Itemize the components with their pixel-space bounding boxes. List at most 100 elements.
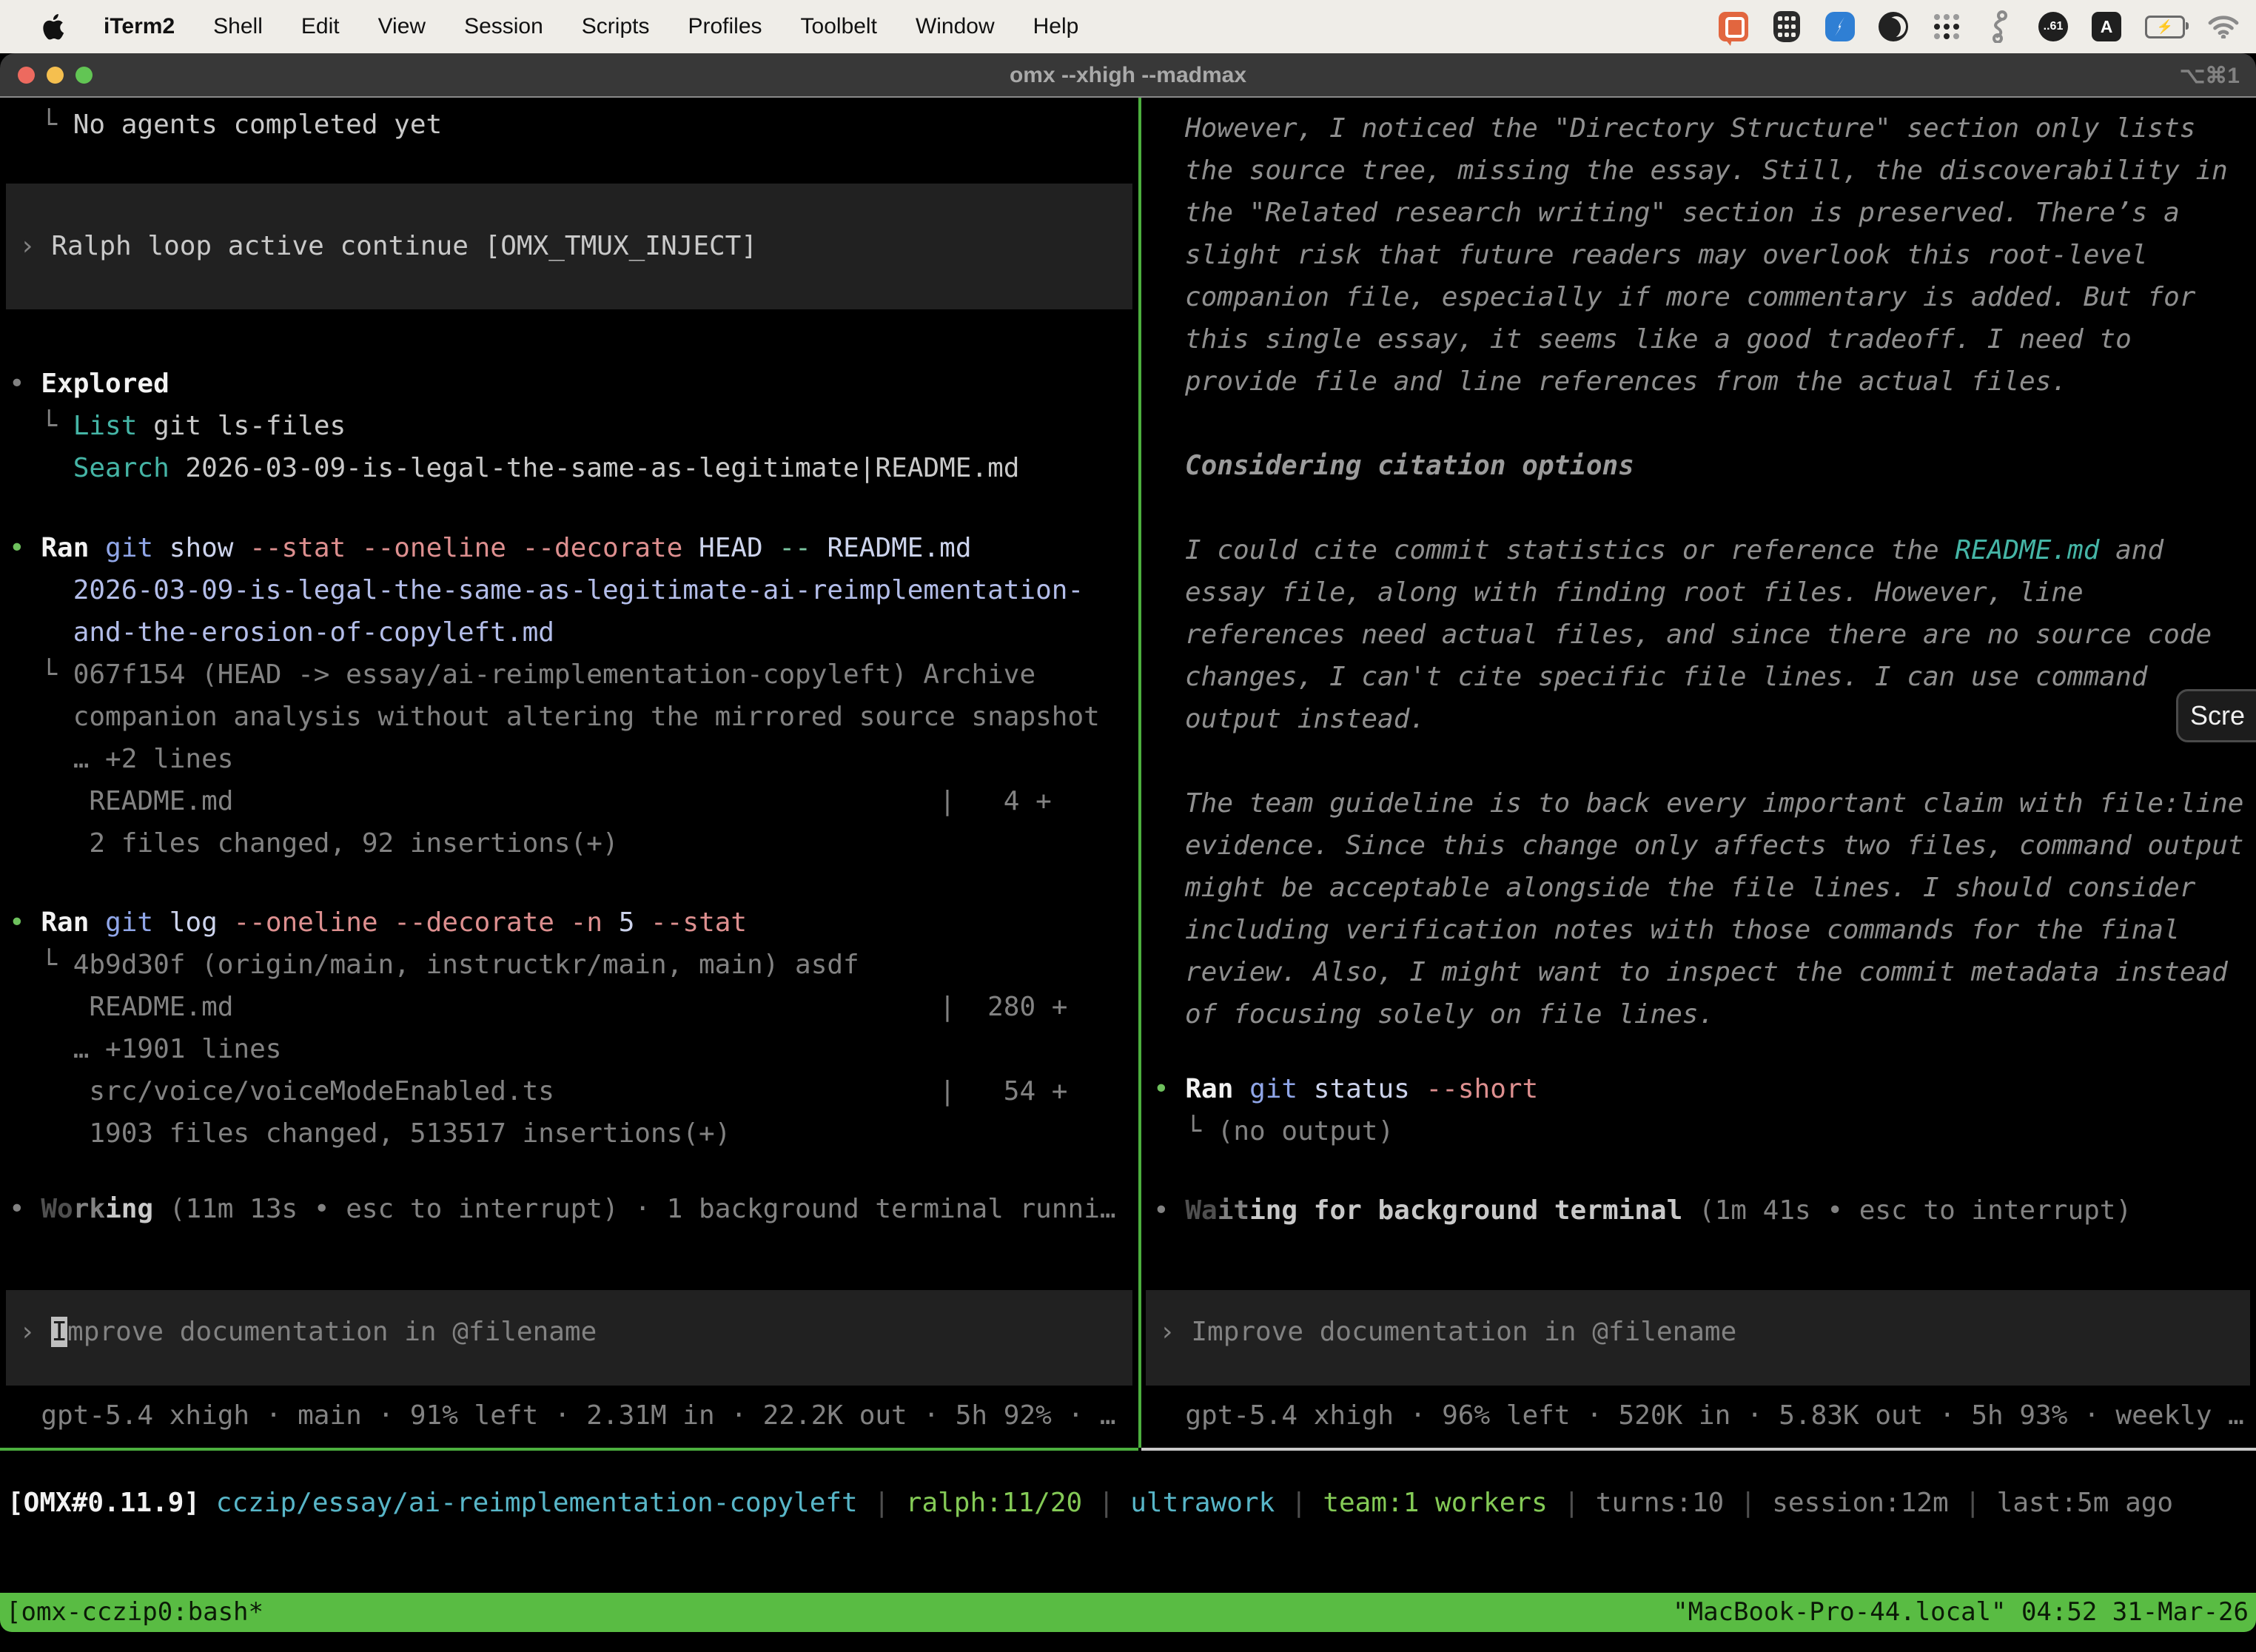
menu-session[interactable]: Session xyxy=(464,14,543,39)
terminal-line: • Ran git log --oneline --decorate -n 5 … xyxy=(0,901,1138,944)
macos-menu-bar: iTerm2 Shell Edit View Session Scripts P… xyxy=(0,0,2256,53)
terminal-line: └ 4b9d30f (origin/main, instructkr/main,… xyxy=(0,944,1138,986)
terminal-line: • Explored xyxy=(0,363,1138,405)
reasoning-heading: Considering citation options xyxy=(1144,445,2256,487)
a-badge-icon[interactable]: A xyxy=(2090,10,2123,43)
terminal-line: and-the-erosion-of-copyleft.md xyxy=(0,611,1138,654)
terminal-line: might be acceptable alongside the file l… xyxy=(1176,867,2256,909)
desktop: iTerm2 Shell Edit View Session Scripts P… xyxy=(0,0,2256,1652)
menu-profiles[interactable]: Profiles xyxy=(688,14,762,39)
terminal-line: README.md | 4 + xyxy=(0,780,1138,822)
waiting-status-line: • Waiting for background terminal (1m 41… xyxy=(1144,1189,2256,1232)
terminal-line: 2 files changed, 92 insertions(+) xyxy=(0,822,1138,864)
terminal-line: 2026-03-09-is-legal-the-same-as-legitima… xyxy=(0,569,1138,611)
terminal-line: essay file, along with finding root file… xyxy=(1176,571,2256,614)
terminal-line: However, I noticed the "Directory Struct… xyxy=(1176,107,2256,150)
chat-app-icon[interactable] xyxy=(1717,10,1750,43)
left-pane-bottom-border xyxy=(0,1448,1138,1451)
injected-prompt-box[interactable]: › Ralph loop active continue [OMX_TMUX_I… xyxy=(6,184,1132,309)
left-prompt-input[interactable]: › Improve documentation in @filename xyxy=(6,1290,1132,1386)
menu-shell[interactable]: Shell xyxy=(213,14,263,39)
terminal-line: review. Also, I might want to inspect th… xyxy=(1176,951,2256,993)
terminal-line: companion file, especially if more comme… xyxy=(1176,276,2256,318)
reasoning-paragraph-1: However, I noticed the "Directory Struct… xyxy=(1144,107,2256,403)
injected-prompt-text: › Ralph loop active continue [OMX_TMUX_I… xyxy=(6,184,1132,267)
terminal-line: • Ran git show --stat --oneline --decora… xyxy=(0,527,1138,569)
omx-session-status-text: [OMX#0.11.9] cczip/essay/ai-reimplementa… xyxy=(0,1482,2256,1524)
ran-git-show-section: • Ran git show --stat --oneline --decora… xyxy=(0,527,1138,864)
terminal-line: gpt-5.4 xhigh · main · 91% left · 2.31M … xyxy=(0,1394,1138,1437)
battery-percent-badge-icon[interactable]: ..61 xyxy=(2037,10,2069,43)
right-model-status-line: gpt-5.4 xhigh · 96% left · 520K in · 5.8… xyxy=(1144,1394,2256,1437)
terminal-line: the "Related research writing" section i… xyxy=(1176,192,2256,234)
menu-scripts[interactable]: Scripts xyxy=(582,14,650,39)
terminal-line: • Working (11m 13s • esc to interrupt) ·… xyxy=(0,1188,1138,1230)
screen-sharing-button-label: Scre xyxy=(2190,700,2245,731)
menu-iterm2[interactable]: iTerm2 xyxy=(104,14,175,39)
flow-app-icon[interactable] xyxy=(1984,10,2016,43)
terminal-line: └ 067f154 (HEAD -> essay/ai-reimplementa… xyxy=(0,654,1138,696)
terminal-line: src/voice/voiceModeEnabled.ts | 54 + xyxy=(0,1070,1138,1112)
terminal-line: Considering citation options xyxy=(1176,445,2256,487)
terminal-line: └ (no output) xyxy=(1144,1110,2256,1152)
terminal-line: Search 2026-03-09-is-legal-the-same-as-l… xyxy=(0,447,1138,489)
ran-git-status-section: • Ran git status --short └ (no output) xyxy=(1144,1068,2256,1152)
terminal-line: … +2 lines xyxy=(0,738,1138,780)
reasoning-paragraph-2: I could cite commit statistics or refere… xyxy=(1144,529,2256,740)
terminal-line: • Ran git status --short xyxy=(1144,1068,2256,1110)
terminal-line: references need actual files, and since … xyxy=(1176,614,2256,656)
wifi-icon[interactable] xyxy=(2207,10,2240,43)
terminal-line: evidence. Since this change only affects… xyxy=(1176,825,2256,867)
working-status-line: • Working (11m 13s • esc to interrupt) ·… xyxy=(0,1188,1138,1230)
terminal-line: this single essay, it seems like a good … xyxy=(1176,318,2256,360)
menu-edit[interactable]: Edit xyxy=(301,14,340,39)
terminal-line: README.md | 280 + xyxy=(0,986,1138,1028)
left-prompt-input-text: › Improve documentation in @filename xyxy=(6,1290,1132,1353)
pane-divider[interactable] xyxy=(1138,98,1141,1448)
terminal-line: slight risk that future readers may over… xyxy=(1176,234,2256,276)
left-model-status-line: gpt-5.4 xhigh · main · 91% left · 2.31M … xyxy=(0,1394,1138,1437)
screen-sharing-button[interactable]: Scre xyxy=(2176,689,2256,742)
terminal-line: I could cite commit statistics or refere… xyxy=(1176,529,2256,571)
right-pane-bottom-border xyxy=(1141,1448,2256,1451)
explored-section: • Explored └ List git ls-files Search 20… xyxy=(0,363,1138,489)
tmux-status-bar: [omx-cczip0:bash* "MacBook-Pro-44.local"… xyxy=(0,1593,2256,1632)
terminal-line: └ No agents completed yet xyxy=(0,104,1138,146)
reasoning-paragraph-3: The team guideline is to back every impo… xyxy=(1144,782,2256,1035)
right-prompt-input-text: › Improve documentation in @filename xyxy=(1146,1290,2250,1353)
terminal-line: including verification notes with those … xyxy=(1176,909,2256,951)
terminal-line: • Waiting for background terminal (1m 41… xyxy=(1144,1189,2256,1232)
grid-dots-icon[interactable] xyxy=(1930,10,1963,43)
battery-icon[interactable]: ⚡ xyxy=(2143,10,2186,43)
keyboard-app-icon[interactable] xyxy=(1770,10,1803,43)
window-shortcut-badge: ⌥⌘1 xyxy=(2180,63,2240,89)
terminal-line: output instead. xyxy=(1176,698,2256,740)
window-title-bar: omx --xhigh --madmax ⌥⌘1 xyxy=(0,53,2256,96)
terminal-line: the source tree, missing the essay. Stil… xyxy=(1176,150,2256,192)
tmux-session-name: [omx-cczip0:bash* xyxy=(6,1593,263,1632)
terminal-line: companion analysis without altering the … xyxy=(0,696,1138,738)
terminal-line: 1903 files changed, 513517 insertions(+) xyxy=(0,1112,1138,1155)
agents-status-line: └ No agents completed yet xyxy=(0,104,1138,146)
terminal-line: changes, I can't cite specific file line… xyxy=(1176,656,2256,698)
pane-top-border xyxy=(0,96,2256,98)
apple-menu-icon[interactable] xyxy=(40,12,65,41)
ran-git-log-section: • Ran git log --oneline --decorate -n 5 … xyxy=(0,901,1138,1155)
terminal-line: … +1901 lines xyxy=(0,1028,1138,1070)
terminal-line: The team guideline is to back every impo… xyxy=(1176,782,2256,825)
menu-view[interactable]: View xyxy=(378,14,426,39)
tmux-host-clock: "MacBook-Pro-44.local" 04:52 31-Mar-26 xyxy=(1673,1593,2249,1632)
moon-app-icon[interactable] xyxy=(1877,10,1910,43)
terminal-line: provide file and line references from th… xyxy=(1176,360,2256,403)
terminal-line: gpt-5.4 xhigh · 96% left · 520K in · 5.8… xyxy=(1144,1394,2256,1437)
menu-help[interactable]: Help xyxy=(1033,14,1079,39)
menu-toolbelt[interactable]: Toolbelt xyxy=(801,14,877,39)
terminal-line: └ List git ls-files xyxy=(0,405,1138,447)
menu-window[interactable]: Window xyxy=(916,14,995,39)
omx-session-status-bar: [OMX#0.11.9] cczip/essay/ai-reimplementa… xyxy=(0,1482,2256,1524)
terminal-content: └ No agents completed yet › Ralph loop a… xyxy=(0,96,2256,1652)
terminal-line: of focusing solely on file lines. xyxy=(1176,993,2256,1035)
window-title: omx --xhigh --madmax xyxy=(0,63,2256,88)
messenger-app-icon[interactable] xyxy=(1824,10,1856,43)
right-prompt-input[interactable]: › Improve documentation in @filename xyxy=(1146,1290,2250,1386)
